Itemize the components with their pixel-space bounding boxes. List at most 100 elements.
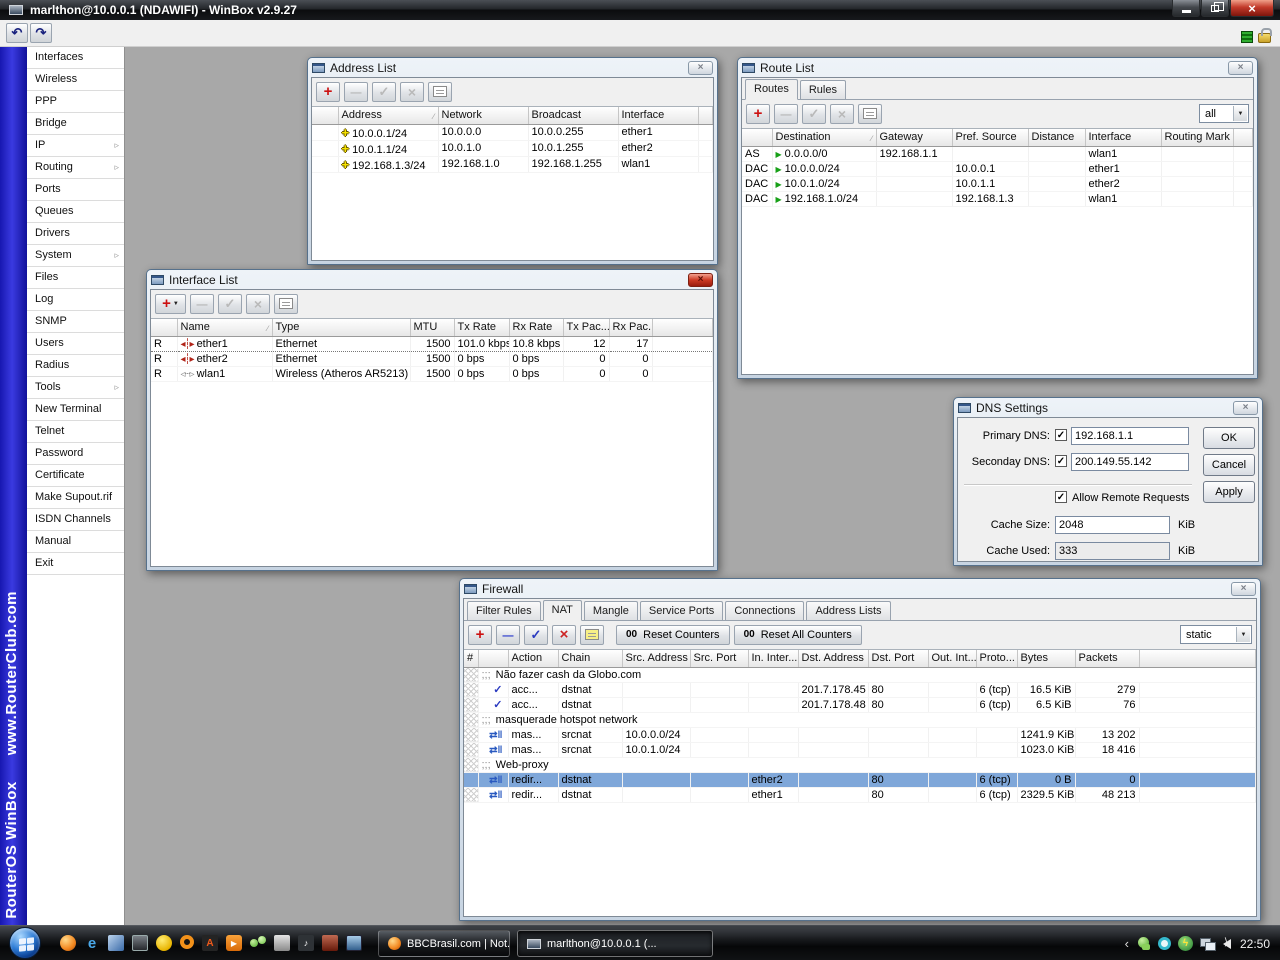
reset-counters-button[interactable]: 00 Reset Counters xyxy=(616,625,730,645)
address-row[interactable]: 192.168.1.3/24 192.168.1.0 192.168.1.255… xyxy=(312,156,713,172)
route-row[interactable]: DAC 192.168.1.0/24 192.168.1.3 wlan1 xyxy=(742,191,1253,206)
route-row[interactable]: AS 0.0.0.0/0 192.168.1.1 wlan1 xyxy=(742,146,1253,161)
col-routing-mark[interactable]: Routing Mark xyxy=(1161,129,1233,146)
sidebar-item-log[interactable]: Log xyxy=(27,289,124,311)
col-name[interactable]: Name xyxy=(177,319,272,336)
route-filter-dropdown[interactable]: all xyxy=(1199,104,1249,123)
add-button[interactable] xyxy=(746,104,770,124)
network-app-icon[interactable] xyxy=(346,935,362,951)
col-packets[interactable]: Packets xyxy=(1075,650,1139,667)
sidebar-item-queues[interactable]: Queues xyxy=(27,201,124,223)
sidebar-item-ip[interactable]: IP xyxy=(27,135,124,157)
tab-connections[interactable]: Connections xyxy=(725,601,804,620)
dns-settings-titlebar[interactable]: DNS Settings × xyxy=(954,398,1262,417)
media-app-yellow-icon[interactable] xyxy=(156,935,172,951)
col-bytes[interactable]: Bytes xyxy=(1017,650,1075,667)
minimize-button[interactable] xyxy=(1172,0,1200,17)
primary-dns-checkbox[interactable] xyxy=(1055,429,1067,441)
tab-mangle[interactable]: Mangle xyxy=(584,601,638,620)
interface-list-titlebar[interactable]: Interface List × xyxy=(147,270,717,289)
aimp-icon[interactable] xyxy=(180,935,194,949)
sidebar-item-bridge[interactable]: Bridge xyxy=(27,113,124,135)
enable-button[interactable] xyxy=(524,625,548,645)
sidebar-item-snmp[interactable]: SNMP xyxy=(27,311,124,333)
col-action[interactable]: Action xyxy=(508,650,558,667)
route-list-titlebar[interactable]: Route List × xyxy=(738,58,1257,77)
address-list-titlebar[interactable]: Address List × xyxy=(308,58,717,77)
col-tx-rate[interactable]: Tx Rate xyxy=(454,319,509,336)
close-button[interactable]: × xyxy=(1230,0,1274,17)
remove-button[interactable] xyxy=(496,625,520,645)
firewall-close-button[interactable]: × xyxy=(1231,582,1256,596)
remove-button[interactable] xyxy=(774,104,798,124)
sidebar-item-routing[interactable]: Routing xyxy=(27,157,124,179)
restore-button[interactable] xyxy=(1201,0,1229,17)
add-button[interactable] xyxy=(468,625,492,645)
nat-rule-row[interactable]: acc... dstnat 201.7.178.48 80 6 (tcp) 6.… xyxy=(464,697,1256,712)
col-mtu[interactable]: MTU xyxy=(410,319,454,336)
address-row[interactable]: 10.0.0.1/24 10.0.0.0 10.0.0.255 ether1 xyxy=(312,124,713,140)
col-chain[interactable]: Chain xyxy=(558,650,622,667)
col-interface[interactable]: Interface xyxy=(1085,129,1161,146)
col-pref-source[interactable]: Pref. Source xyxy=(952,129,1028,146)
task-button-winbox[interactable]: marlthon@10.0.0.1 (... xyxy=(517,930,713,957)
sidebar-item-ports[interactable]: Ports xyxy=(27,179,124,201)
firewall-titlebar[interactable]: Firewall × xyxy=(460,579,1260,598)
add-interface-button[interactable] xyxy=(155,294,186,314)
cache-size-input[interactable] xyxy=(1055,516,1170,534)
nat-comment-row[interactable]: ;;;Não fazer cash da Globo.com xyxy=(464,667,1256,682)
nat-rule-row[interactable]: mas... srcnat 10.0.1.0/24 1023.0 KiB 18 … xyxy=(464,742,1256,757)
irc-tray-icon[interactable] xyxy=(1158,937,1171,950)
start-button[interactable] xyxy=(9,927,41,959)
nat-rule-row-selected[interactable]: redir... dstnat ether2 80 6 (tcp) 0 B 0 xyxy=(464,772,1256,787)
volume-tray-icon[interactable] xyxy=(1223,939,1231,949)
dns-settings-close-button[interactable]: × xyxy=(1233,401,1258,415)
network-tray-icon[interactable] xyxy=(1200,938,1216,950)
route-row[interactable]: DAC 10.0.1.0/24 10.0.1.1 ether2 xyxy=(742,176,1253,191)
col-rx-pac[interactable]: Rx Pac... xyxy=(609,319,652,336)
primary-dns-input[interactable] xyxy=(1071,427,1189,445)
window-app-icon[interactable] xyxy=(274,935,290,951)
col-number[interactable]: # xyxy=(464,650,478,667)
redo-button[interactable] xyxy=(30,23,52,43)
sidebar-item-exit[interactable]: Exit xyxy=(27,553,124,575)
remove-button[interactable] xyxy=(190,294,214,314)
remote-desktop-icon[interactable] xyxy=(132,935,148,951)
sidebar-item-make-supout[interactable]: Make Supout.rif xyxy=(27,487,124,509)
col-in-interface[interactable]: In. Inter... xyxy=(748,650,798,667)
app-red-a-icon[interactable]: A xyxy=(202,935,218,951)
enable-button[interactable] xyxy=(218,294,242,314)
tab-rules[interactable]: Rules xyxy=(800,80,846,99)
msn-messenger-icon[interactable] xyxy=(250,935,266,951)
tab-filter-rules[interactable]: Filter Rules xyxy=(467,601,541,620)
sidebar-item-drivers[interactable]: Drivers xyxy=(27,223,124,245)
hardware-app-icon[interactable] xyxy=(322,935,338,951)
nat-rule-row[interactable]: redir... dstnat ether1 80 6 (tcp) 2329.5… xyxy=(464,787,1256,802)
sidebar-item-users[interactable]: Users xyxy=(27,333,124,355)
tab-routes[interactable]: Routes xyxy=(745,79,798,100)
interface-row[interactable]: R ether1 Ethernet 1500 101.0 kbps 10.8 k… xyxy=(151,336,713,351)
media-player-classic-icon[interactable]: ▶ xyxy=(226,935,242,951)
comment-button[interactable] xyxy=(428,82,452,102)
messenger-tray-icon[interactable] xyxy=(1136,936,1151,951)
disable-button[interactable] xyxy=(400,82,424,102)
col-src-port[interactable]: Src. Port xyxy=(690,650,748,667)
nat-comment-row[interactable]: ;;;masquerade hotspot network xyxy=(464,712,1256,727)
col-src-address[interactable]: Src. Address xyxy=(622,650,690,667)
tab-nat[interactable]: NAT xyxy=(543,600,582,621)
col-dst-port[interactable]: Dst. Port xyxy=(868,650,928,667)
firefox-icon[interactable] xyxy=(60,935,76,951)
sidebar-item-new-terminal[interactable]: New Terminal xyxy=(27,399,124,421)
task-button-browser[interactable]: BBCBrasil.com | Not... xyxy=(378,930,510,957)
tab-service-ports[interactable]: Service Ports xyxy=(640,601,723,620)
address-row[interactable]: 10.0.1.1/24 10.0.1.0 10.0.1.255 ether2 xyxy=(312,140,713,156)
secondary-dns-checkbox[interactable] xyxy=(1055,455,1067,467)
disable-button[interactable] xyxy=(246,294,270,314)
disable-button[interactable] xyxy=(830,104,854,124)
col-dst-address[interactable]: Dst. Address xyxy=(798,650,868,667)
sidebar-item-certificate[interactable]: Certificate xyxy=(27,465,124,487)
tab-address-lists[interactable]: Address Lists xyxy=(806,601,890,620)
firewall-filter-dropdown[interactable]: static xyxy=(1180,625,1252,644)
col-broadcast[interactable]: Broadcast xyxy=(528,107,618,124)
col-rx-rate[interactable]: Rx Rate xyxy=(509,319,563,336)
